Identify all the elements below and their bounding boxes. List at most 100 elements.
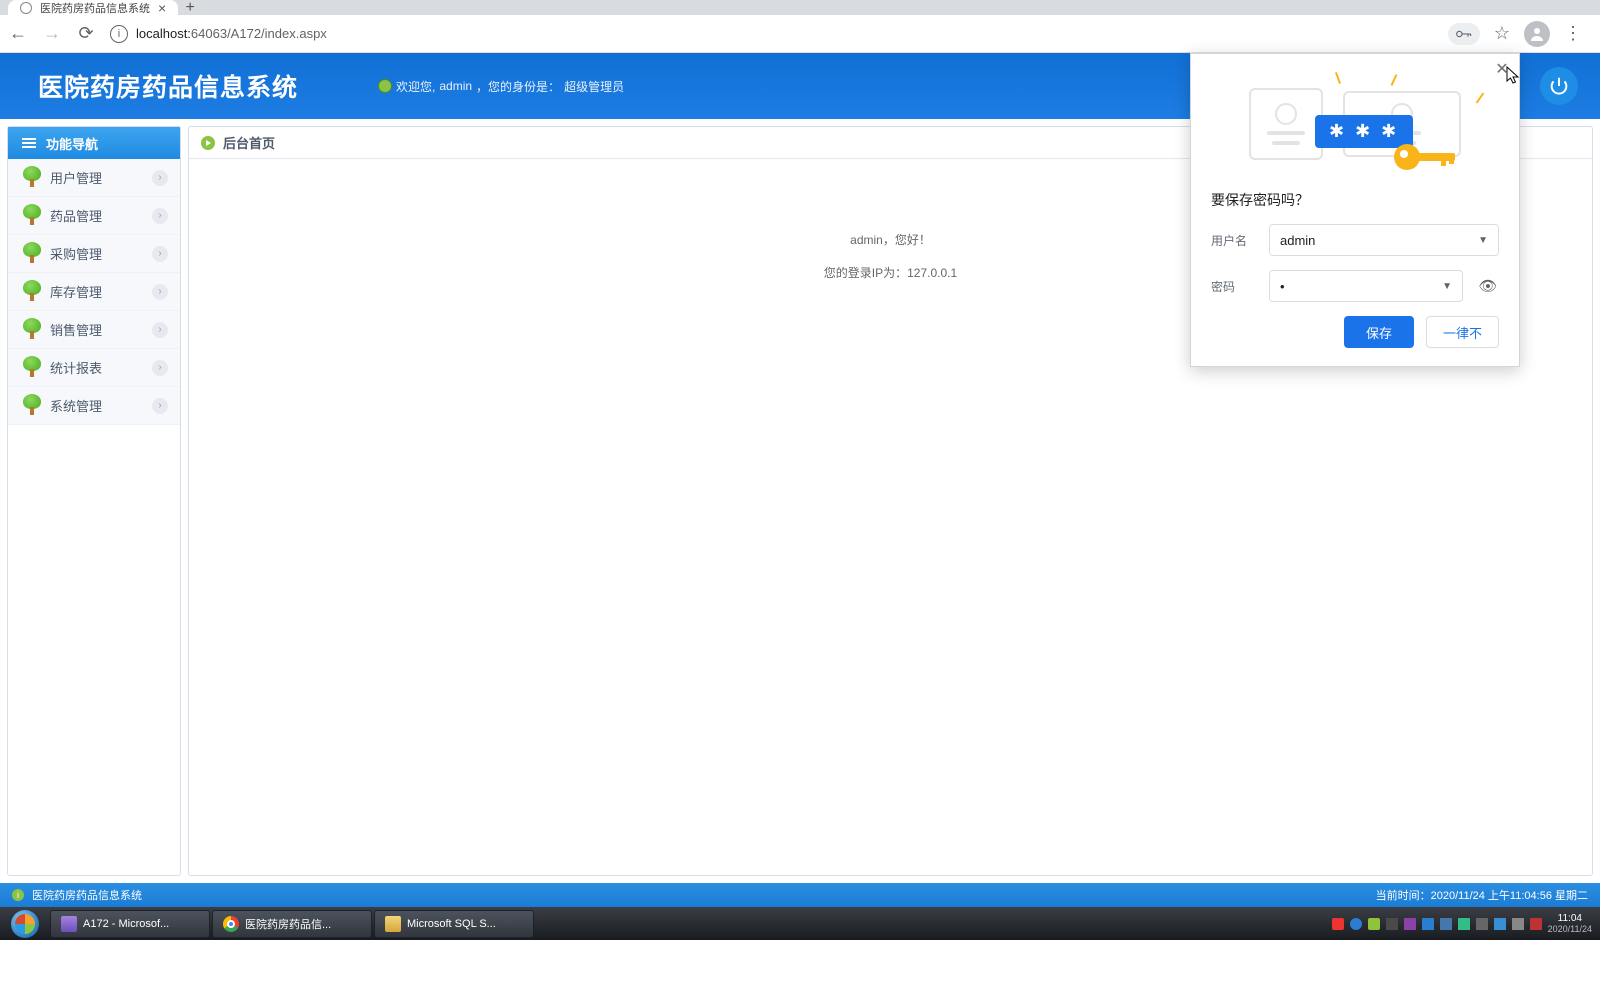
taskbar-item-chrome[interactable]: 医院药房药品信... [212,910,372,938]
tree-icon [20,356,44,380]
username-row: 用户名 admin ▼ [1211,224,1499,256]
sidebar-item-label: 统计报表 [50,358,102,377]
password-key-icon[interactable] [1448,23,1480,45]
tray-icon[interactable] [1458,918,1470,930]
sidebar-item-label: 采购管理 [50,244,102,263]
profile-avatar-icon[interactable] [1524,21,1550,47]
chevron-right-icon: › [152,284,168,300]
sidebar-item-drugs[interactable]: 药品管理 › [8,197,180,235]
mouse-cursor-icon [1506,66,1520,89]
sidebar-header: 功能导航 [8,127,180,159]
back-button[interactable]: ← [8,24,28,44]
username-select[interactable]: admin ▼ [1269,224,1499,256]
tray-icon[interactable] [1350,918,1362,930]
chevron-right-icon: › [152,322,168,338]
tray-icon[interactable] [1422,918,1434,930]
popup-illustration: ✱ ✱ ✱ [1211,70,1499,178]
tab-close-icon[interactable]: × [158,0,166,16]
chevron-right-icon: › [152,398,168,414]
tray-icon[interactable] [1512,918,1524,930]
save-password-popup: ✕ ✱ ✱ ✱ 要保存密码吗？ 用户名 admin ▼ 密码 • ▼ 👁 保存 … [1190,53,1520,367]
tray-icon[interactable] [1386,918,1398,930]
browser-tab[interactable]: 医院药房药品信息系统 × [8,0,178,15]
device-icon [1249,88,1323,160]
chevron-right-icon: › [152,170,168,186]
tray-icon[interactable] [1476,918,1488,930]
clock-date: 2020/11/24 [1548,924,1592,935]
sidebar-item-sales[interactable]: 销售管理 › [8,311,180,349]
password-row: 密码 • ▼ 👁 [1211,270,1499,302]
popup-actions: 保存 一律不 [1211,316,1499,348]
windows-orb-icon [11,910,39,938]
browser-toolbar: ← → ⟳ i localhost:64063/A172/index.aspx … [0,15,1600,53]
url-path: 64063/A172/index.aspx [191,26,327,41]
reload-button[interactable]: ⟳ [76,24,96,44]
start-button[interactable] [2,907,48,940]
sidebar-item-users[interactable]: 用户管理 › [8,159,180,197]
address-field[interactable]: i localhost:64063/A172/index.aspx [110,25,1434,43]
tray-icon[interactable] [1368,918,1380,930]
site-info-icon[interactable]: i [110,25,128,43]
status-info-icon: i [12,889,24,901]
sidebar-item-label: 药品管理 [50,206,102,225]
sidebar-header-label: 功能导航 [46,134,98,153]
tray-icon[interactable] [1332,918,1344,930]
app-icon [385,916,401,932]
status-left-text: 医院药房药品信息系统 [32,887,142,903]
dropdown-icon: ▼ [1442,281,1452,292]
status-dot-icon [378,79,392,93]
dropdown-icon: ▼ [1478,235,1488,246]
tab-title: 医院药房药品信息系统 [40,0,150,16]
sidebar-item-label: 系统管理 [50,396,102,415]
hamburger-icon [22,138,36,148]
taskbar-item-label: A172 - Microsof... [83,918,169,930]
status-right-text: 当前时间：2020/11/24 上午11:04:56 星期二 [1376,887,1588,903]
chrome-icon [223,916,239,932]
os-taskbar: A172 - Microsof... 医院药房药品信... Microsoft … [0,907,1600,940]
tray-icon[interactable] [1530,918,1542,930]
taskbar-item-label: 医院药房药品信... [245,916,331,932]
tray-icon[interactable] [1494,918,1506,930]
key-icon [1391,140,1461,174]
sidebar-item-label: 用户管理 [50,168,102,187]
tree-icon [20,318,44,342]
sidebar-item-label: 库存管理 [50,282,102,301]
tree-icon [20,280,44,304]
sidebar-item-system[interactable]: 系统管理 › [8,387,180,425]
taskbar-item-sql[interactable]: Microsoft SQL S... [374,910,534,938]
reveal-password-icon[interactable]: 👁 [1477,277,1499,295]
app-title: 医院药房药品信息系统 [38,68,298,104]
forward-button[interactable]: → [42,24,62,44]
chevron-right-icon: › [152,360,168,376]
browser-menu-icon[interactable]: ⋮ [1564,23,1582,44]
bookmark-star-icon[interactable]: ☆ [1494,23,1510,44]
tray-icon[interactable] [1440,918,1452,930]
new-tab-button[interactable]: + [178,0,202,15]
app-icon [61,916,77,932]
ip-text: 您的登录IP为：127.0.0.1 [824,264,957,281]
never-button[interactable]: 一律不 [1426,316,1499,348]
sidebar-item-stock[interactable]: 库存管理 › [8,273,180,311]
tree-icon [20,242,44,266]
sidebar-item-reports[interactable]: 统计报表 › [8,349,180,387]
sidebar-item-purchase[interactable]: 采购管理 › [8,235,180,273]
password-label: 密码 [1211,278,1255,295]
save-button[interactable]: 保存 [1344,316,1414,348]
status-bar: i 医院药房药品信息系统 当前时间：2020/11/24 上午11:04:56 … [0,883,1600,907]
favicon [20,2,32,14]
tree-icon [20,204,44,228]
username-value: admin [1280,233,1315,248]
chevron-right-icon: › [152,246,168,262]
logout-button[interactable] [1540,67,1578,105]
system-tray: 11:04 2020/11/24 [1332,913,1600,935]
browser-tabbar: 医院药房药品信息系统 × + [0,0,1600,15]
greeting-text: admin，您好！ [850,231,931,248]
chevron-right-icon: › [152,208,168,224]
tray-icon[interactable] [1404,918,1416,930]
taskbar-clock[interactable]: 11:04 2020/11/24 [1548,913,1592,935]
url-host: localhost: [136,26,191,41]
tree-icon [20,166,44,190]
taskbar-item-vs[interactable]: A172 - Microsof... [50,910,210,938]
taskbar-item-label: Microsoft SQL S... [407,918,496,930]
password-value: • [1280,279,1285,294]
